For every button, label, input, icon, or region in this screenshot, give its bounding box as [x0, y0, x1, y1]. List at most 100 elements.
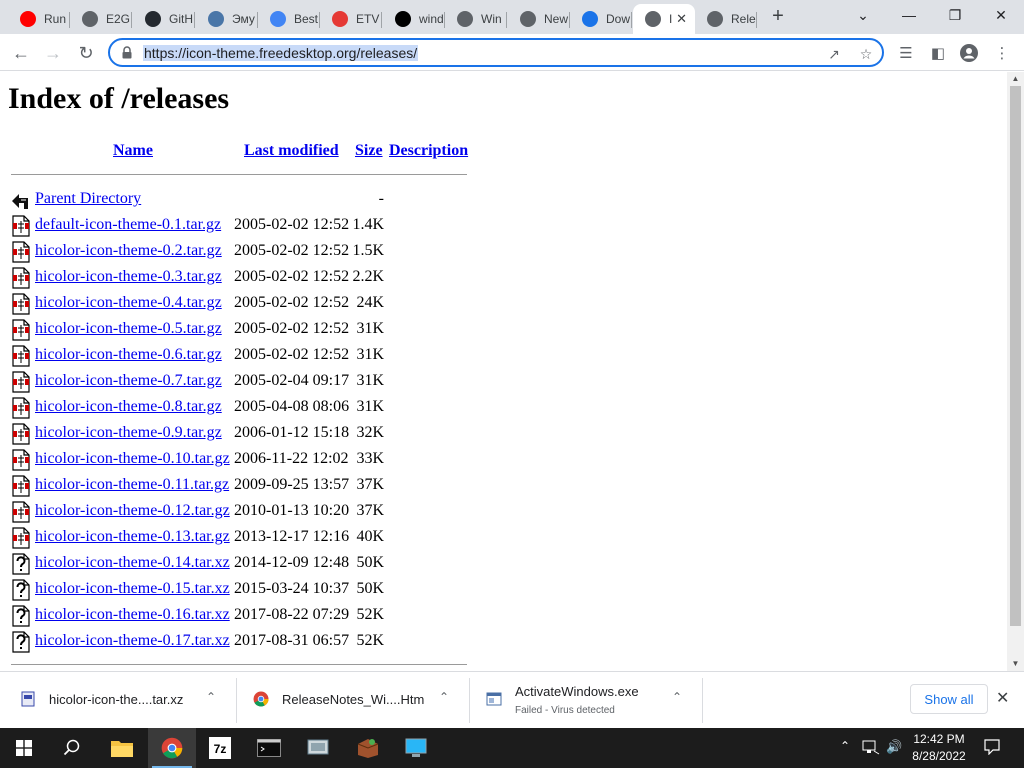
menu-kebab-icon[interactable]: ⋮ — [991, 42, 1013, 64]
header-divider — [11, 174, 467, 175]
download-filename: ReleaseNotes_Wi....Htm — [282, 692, 425, 707]
share-icon[interactable]: ↗ — [824, 44, 844, 64]
browser-tab[interactable]: New — [508, 4, 570, 34]
download-options-chevron-icon[interactable]: ⌃ — [206, 690, 216, 704]
show-hidden-icons-chevron-icon[interactable]: ⌃ — [840, 739, 850, 753]
package-icon[interactable] — [344, 728, 392, 768]
file-row: hicolor-icon-theme-0.6.tar.gz 2005-02-02 … — [11, 344, 471, 367]
browser-tab[interactable]: Rele — [695, 4, 757, 34]
download-options-chevron-icon[interactable]: ⌃ — [439, 690, 449, 704]
bookmark-star-icon[interactable]: ☆ — [856, 44, 876, 64]
close-window-button[interactable]: ✕ — [978, 0, 1024, 30]
file-link[interactable]: hicolor-icon-theme-0.11.tar.gz — [35, 476, 229, 494]
back-button[interactable]: ← — [10, 42, 32, 64]
unknown-file-icon — [12, 605, 30, 627]
close-shelf-icon[interactable]: ✕ — [996, 688, 1009, 708]
volume-icon[interactable]: 🔊 — [886, 739, 902, 755]
column-header-modified: Last modified — [244, 142, 339, 160]
file-link[interactable]: hicolor-icon-theme-0.15.tar.xz — [35, 580, 230, 598]
file-link[interactable]: hicolor-icon-theme-0.6.tar.gz — [35, 346, 222, 364]
browser-tab[interactable]: E2G — [70, 4, 132, 34]
system-clock[interactable]: 12:42 PM 8/28/2022 — [908, 731, 970, 765]
browser-tab[interactable]: ETV — [320, 4, 382, 34]
tab-search-icon[interactable]: ⌄ — [840, 0, 886, 30]
file-link[interactable]: hicolor-icon-theme-0.16.tar.xz — [35, 606, 230, 624]
computer-icon[interactable] — [392, 728, 440, 768]
restore-button[interactable]: ❐ — [932, 0, 978, 30]
file-explorer-icon[interactable] — [98, 728, 146, 768]
download-options-chevron-icon[interactable]: ⌃ — [672, 690, 682, 704]
network-icon[interactable] — [294, 728, 342, 768]
url-text[interactable]: https://icon-theme.freedesktop.org/relea… — [143, 45, 419, 61]
sort-by-name-link[interactable]: Name — [113, 142, 153, 159]
profile-avatar-icon[interactable] — [958, 42, 980, 64]
scroll-up-arrow-icon[interactable]: ▲ — [1007, 72, 1024, 86]
show-all-downloads-button[interactable]: Show all — [910, 684, 988, 714]
address-bar[interactable]: https://icon-theme.freedesktop.org/relea… — [108, 38, 884, 67]
browser-tab[interactable]: wind — [383, 4, 445, 34]
side-panel-icon[interactable]: ◧ — [927, 42, 949, 64]
file-link[interactable]: hicolor-icon-theme-0.17.tar.xz — [35, 632, 230, 650]
file-modified: 2005-02-02 12:52 — [234, 242, 350, 259]
file-link[interactable]: hicolor-icon-theme-0.9.tar.gz — [35, 424, 222, 442]
reading-list-icon[interactable]: ☰ — [895, 42, 917, 64]
reload-button[interactable]: ↻ — [75, 42, 97, 64]
file-row: hicolor-icon-theme-0.13.tar.gz 2013-12-17… — [11, 526, 471, 549]
network-status-icon[interactable] — [862, 740, 880, 755]
browser-tab[interactable]: Dow — [570, 4, 632, 34]
start-icon[interactable] — [0, 728, 48, 768]
file-modified: 2014-12-09 12:48 — [234, 554, 350, 571]
close-tab-icon[interactable]: ✕ — [676, 11, 687, 27]
parent-directory-link[interactable]: Parent Directory — [35, 190, 141, 208]
file-link[interactable]: hicolor-icon-theme-0.3.tar.gz — [35, 268, 222, 286]
forward-button[interactable]: → — [42, 42, 64, 64]
browser-tab[interactable]: Best — [258, 4, 320, 34]
download-item-1[interactable]: hicolor-icon-the....tar.xz ⌃ — [20, 678, 240, 724]
file-row: hicolor-icon-theme-0.8.tar.gz 2005-04-08 … — [11, 396, 471, 419]
tab-title: New — [544, 12, 569, 26]
scroll-thumb[interactable] — [1010, 86, 1021, 626]
globe-icon — [270, 11, 286, 27]
7zip-icon[interactable]: 7z — [196, 728, 244, 768]
windows-taskbar: 7z ⌃ 🔊 12:42 PM 8/28/2022 — [0, 728, 1024, 768]
file-size: 31K — [356, 346, 384, 363]
minimize-button[interactable]: — — [886, 0, 932, 30]
file-link[interactable]: hicolor-icon-theme-0.2.tar.gz — [35, 242, 222, 260]
search-icon[interactable] — [48, 728, 96, 768]
sort-by-modified-link[interactable]: Last modified — [244, 142, 339, 159]
file-link[interactable]: hicolor-icon-theme-0.8.tar.gz — [35, 398, 222, 416]
tab-title: wind — [419, 12, 444, 26]
terminal-icon[interactable] — [245, 728, 293, 768]
browser-tab[interactable]: Эму — [196, 4, 258, 34]
vertical-scrollbar[interactable]: ▲ ▼ — [1007, 72, 1024, 671]
browser-tab[interactable]: Run — [8, 4, 70, 34]
browser-tab[interactable]: Win — [445, 4, 507, 34]
download-status: Failed - Virus detected — [515, 705, 615, 716]
download-item-3[interactable]: ActivateWindows.exe Failed - Virus detec… — [486, 678, 702, 724]
file-link[interactable]: hicolor-icon-theme-0.14.tar.xz — [35, 554, 230, 572]
browser-tab[interactable]: I ✕ — [633, 4, 695, 34]
sort-by-description-link[interactable]: Description — [389, 142, 468, 159]
chrome-icon[interactable] — [148, 728, 196, 768]
download-item-2[interactable]: ReleaseNotes_Wi....Htm ⌃ — [253, 678, 468, 724]
file-row: hicolor-icon-theme-0.4.tar.gz 2005-02-02 … — [11, 292, 471, 315]
scroll-down-arrow-icon[interactable]: ▼ — [1007, 657, 1024, 671]
file-link[interactable]: hicolor-icon-theme-0.12.tar.gz — [35, 502, 230, 520]
file-modified: 2006-01-12 15:18 — [234, 424, 350, 441]
file-modified: 2017-08-22 07:29 — [234, 606, 350, 623]
file-size: 52K — [356, 632, 384, 649]
file-link[interactable]: default-icon-theme-0.1.tar.gz — [35, 216, 221, 234]
sort-by-size-link[interactable]: Size — [355, 142, 383, 159]
file-link[interactable]: hicolor-icon-theme-0.10.tar.gz — [35, 450, 230, 468]
file-link[interactable]: hicolor-icon-theme-0.7.tar.gz — [35, 372, 222, 390]
download-filename: hicolor-icon-the....tar.xz — [49, 692, 184, 707]
browser-tab[interactable]: GitH — [133, 4, 195, 34]
file-link[interactable]: hicolor-icon-theme-0.5.tar.gz — [35, 320, 222, 338]
file-modified: 2017-08-31 06:57 — [234, 632, 350, 649]
file-link[interactable]: hicolor-icon-theme-0.4.tar.gz — [35, 294, 222, 312]
notifications-icon[interactable] — [984, 739, 1000, 755]
file-link[interactable]: hicolor-icon-theme-0.13.tar.gz — [35, 528, 230, 546]
file-size: 32K — [356, 424, 384, 441]
column-header-name: Name — [113, 142, 153, 160]
new-tab-button[interactable]: + — [766, 5, 790, 28]
